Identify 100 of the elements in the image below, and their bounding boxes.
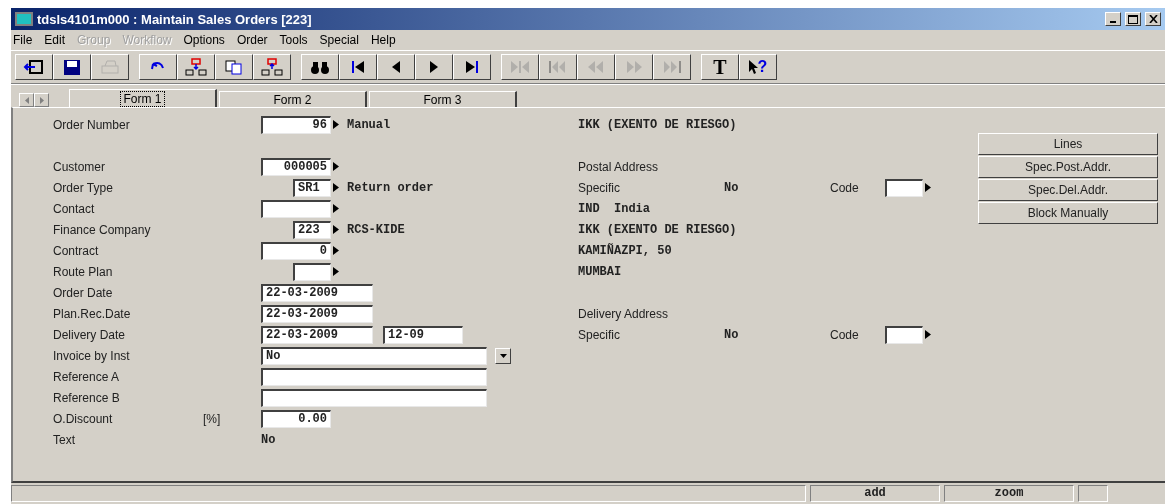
tab[interactable]: Form 3 [369,91,517,107]
input-field[interactable] [885,325,923,344]
section-heading: Postal Address [578,159,659,174]
field-label: Contract [53,243,100,258]
printer-icon [99,58,121,76]
maximize-icon [1128,14,1138,24]
status-key[interactable]: add [810,485,940,502]
scroll-left-button[interactable] [19,93,34,107]
tab[interactable]: Form 1 [69,89,217,107]
insert-record-icon [185,58,207,76]
input-field[interactable]: 0 [261,241,331,260]
zoom-arrow-icon[interactable] [333,225,339,234]
action-button[interactable]: Lines [978,133,1158,155]
toolbar-button[interactable] [453,54,491,80]
menu-item[interactable]: Help [370,33,396,47]
zoom-arrow-icon[interactable] [333,183,339,192]
toolbar-button[interactable] [53,54,91,80]
status-key[interactable]: zoom [944,485,1074,502]
address-text: KAMIÑAZPI, 50 [578,243,672,258]
section-heading: Delivery Address [578,306,669,321]
minimize-button[interactable] [1105,12,1121,26]
field-label: Specific [578,180,622,195]
toolbar-button[interactable] [339,54,377,80]
toolbar-button[interactable]: ? [739,54,777,80]
input-field[interactable] [293,262,331,281]
field-label: Finance Company [53,222,152,237]
input-field[interactable]: 96 [261,115,331,134]
input-field[interactable]: 22-03-2009 [261,304,373,323]
zoom-arrow-icon[interactable] [333,120,339,129]
menu-item[interactable]: Tools [279,33,308,47]
field-description: RCS-KIDE [347,222,405,237]
zoom-arrow-icon[interactable] [333,246,339,255]
action-button[interactable]: Spec.Del.Addr. [978,179,1158,201]
action-button[interactable]: Block Manually [978,202,1158,224]
input-field[interactable] [885,178,923,197]
delete-record-icon [261,58,283,76]
menu-item[interactable]: Order [236,33,268,47]
field-label: Delivery Date [53,327,127,342]
address-text: IKK (EXENTO DE RIESGO) [578,117,737,132]
toolbar-button[interactable] [215,54,253,80]
toolbar-button[interactable] [415,54,453,80]
zoom-arrow-icon[interactable] [333,162,339,171]
copy-icon [223,58,245,76]
input-field[interactable]: No [261,346,487,365]
input-field[interactable] [261,388,487,407]
toolbar-button[interactable] [253,54,291,80]
status-field [1078,485,1108,502]
input-field[interactable]: 0.00 [261,409,331,428]
field-value: No [261,432,276,447]
toolbar-button[interactable] [139,54,177,80]
save-icon [61,58,83,76]
pointer-icon [748,60,758,74]
input-field[interactable]: 22-03-2009 [261,325,373,344]
toolbar-button[interactable] [177,54,215,80]
input-field[interactable]: SR1 [293,178,331,197]
menu-item[interactable]: Options [183,33,225,47]
field-label: Route Plan [53,264,114,279]
toolbar-button[interactable]: T [701,54,739,80]
dropdown-button[interactable] [495,347,511,364]
menu-item[interactable]: Special [319,33,359,47]
last-page-icon [661,58,683,76]
field-label: Code [830,180,860,195]
field-label: Plan.Rec.Date [53,306,132,321]
menu-item[interactable]: Edit [44,33,66,47]
field-description: Return order [347,180,434,195]
input-field[interactable]: 12-09 [383,325,463,344]
input-field[interactable]: 223 [293,220,331,239]
field-label: Invoice by Inst [53,348,131,363]
tab[interactable]: Form 2 [219,91,367,107]
scroll-right-button[interactable] [34,93,49,107]
zoom-arrow-icon[interactable] [333,204,339,213]
field-label: Specific [578,327,622,342]
address-text: IND India [578,201,650,216]
left-arrow-icon [24,96,29,104]
input-field[interactable] [261,367,487,386]
field-label: Reference A [53,369,121,384]
action-button[interactable]: Spec.Post.Addr. [978,156,1158,178]
toolbar-button[interactable] [15,54,53,80]
caret-icon [499,353,507,358]
maximize-button[interactable] [1125,12,1141,26]
field-label: Order Number [53,117,131,132]
window-title: tdsls4101m000 : Maintain Sales Orders [223] [37,11,313,27]
input-field[interactable]: 22-03-2009 [261,283,373,302]
input-field[interactable]: 000005 [261,157,331,176]
field-label: Code [830,327,860,342]
field-value: No [724,180,740,195]
zoom-arrow-icon[interactable] [925,183,931,192]
field-label: Text [53,432,76,447]
close-button[interactable] [1145,12,1161,26]
close-icon [1148,15,1158,23]
input-field[interactable] [261,199,331,218]
menu-item[interactable]: File [13,33,33,47]
zoom-arrow-icon[interactable] [333,267,339,276]
field-value: No [724,327,740,342]
field-label: Order Type [53,180,114,195]
toolbar-button[interactable] [377,54,415,80]
unit-label: [%] [203,411,222,426]
zoom-arrow-icon[interactable] [925,330,931,339]
field-label: Order Date [53,285,114,300]
toolbar-button[interactable] [301,54,339,80]
